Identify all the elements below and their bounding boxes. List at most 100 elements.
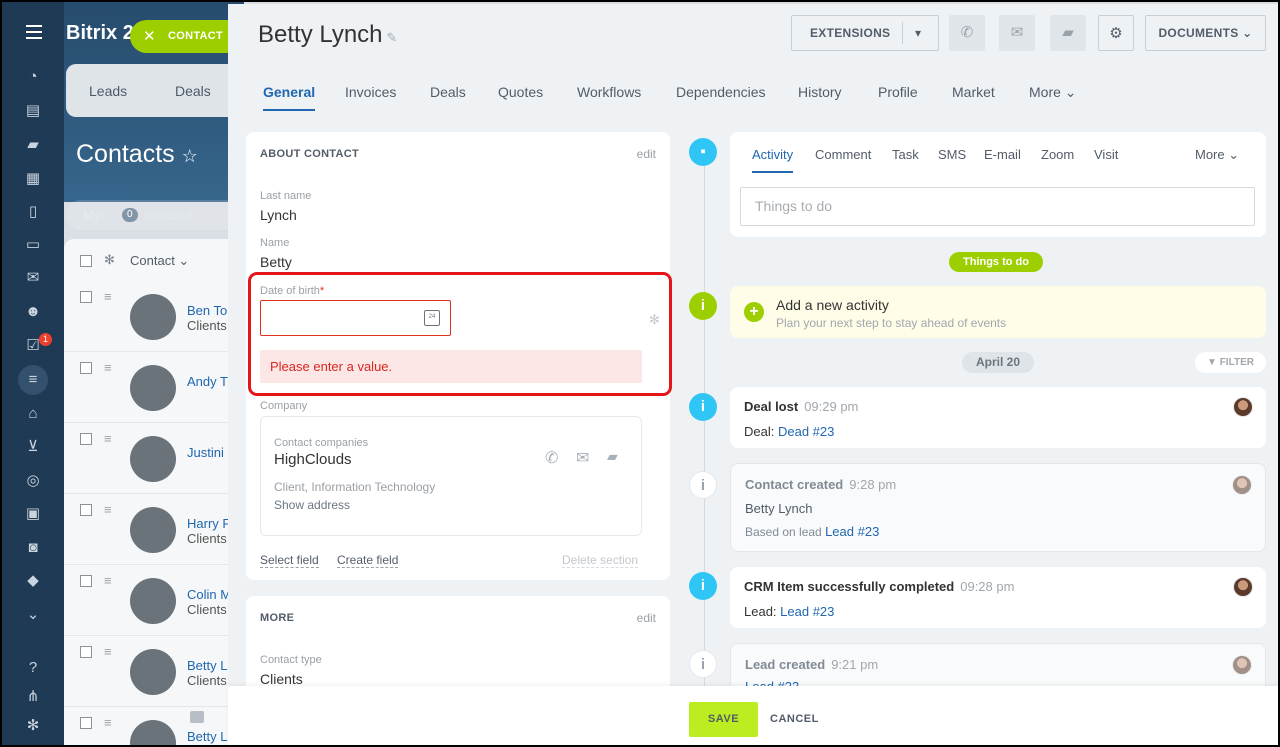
drag-handle-icon[interactable]: ≡ [104,360,112,375]
row-checkbox[interactable] [80,362,92,374]
help-icon[interactable]: ? [24,659,42,677]
sitemap-icon[interactable]: ⋔ [24,688,42,706]
contact-name[interactable]: Harry F [187,516,230,531]
feed-icon[interactable]: ▤ [24,102,42,120]
tab-activity[interactable]: Activity [752,147,794,173]
envelope-icon[interactable]: ✉ [999,15,1035,51]
table-row[interactable]: ≡ Andy T [64,352,244,423]
mail-icon[interactable]: ✉ [24,269,42,287]
drag-handle-icon[interactable]: ≡ [104,573,112,588]
cart-icon[interactable]: ⊻ [24,438,42,456]
bank-icon[interactable]: ⌂ [24,405,42,423]
things-to-do-input[interactable]: Things to do [740,187,1255,226]
drag-handle-icon[interactable]: ≡ [104,431,112,446]
contact-name[interactable]: Justini [187,445,224,460]
drag-handle-icon[interactable]: ≡ [104,502,112,517]
tab-quotes[interactable]: Quotes [498,84,543,100]
lead-link[interactable]: Lead #23 [825,524,879,539]
extensions-button[interactable]: EXTENSIONS ▾ [791,15,939,51]
table-row[interactable]: ≡ Justini [64,423,244,494]
group-icon[interactable]: ☻ [24,303,42,321]
table-row[interactable]: ≡ Harry F Clients [64,494,244,565]
company-name[interactable]: HighClouds [274,451,352,468]
pie-chart-icon[interactable]: ◔ [24,68,42,86]
tab-sms[interactable]: SMS [938,147,966,162]
printer-icon[interactable] [190,711,204,723]
table-row[interactable]: ≡ Colin M Clients [64,565,244,636]
row-checkbox[interactable] [80,575,92,587]
save-button[interactable]: SAVE [689,702,758,737]
tab-task[interactable]: Task [892,147,919,162]
box-icon[interactable]: ◆ [24,572,42,590]
row-checkbox[interactable] [80,504,92,516]
plus-icon[interactable]: + [744,302,764,322]
row-checkbox[interactable] [80,646,92,658]
add-activity-card[interactable]: + Add a new activity Plan your next step… [730,286,1266,338]
deal-link[interactable]: Dead #23 [778,424,834,439]
tab-history[interactable]: History [798,84,842,100]
create-field-link[interactable]: Create field [337,553,399,568]
tab-deals[interactable]: Deals [430,84,466,100]
tab-more[interactable]: More ⌄ [1195,147,1239,163]
drive-icon[interactable]: ▭ [24,236,42,254]
delete-section-link[interactable]: Delete section [562,553,639,568]
calendar-icon[interactable]: ▦ [24,170,42,188]
user-avatar[interactable] [1233,577,1253,597]
tab-general[interactable]: General [263,84,316,111]
settings-gear-button[interactable]: ⚙ [1098,15,1134,51]
documents-button[interactable]: DOCUMENTS ⌄ [1145,15,1266,51]
crm-filter-icon[interactable]: ≡ [18,365,48,395]
phone-icon[interactable]: ✆ [545,448,558,468]
chat-icon[interactable]: ▰ [607,448,618,465]
table-row[interactable]: ≡ Betty L Clients [64,636,244,707]
filter-button[interactable]: ▼ FILTER [1195,352,1266,373]
row-checkbox[interactable] [80,291,92,303]
tab-workflows[interactable]: Workflows [577,84,641,100]
tab-deals[interactable]: Deals [175,83,211,99]
phone-icon[interactable]: ✆ [949,15,985,51]
tab-invoices[interactable]: Invoices [345,84,396,100]
user-avatar[interactable] [1233,397,1253,417]
tab-comment[interactable]: Comment [815,147,871,162]
settings-icon[interactable]: ✻ [24,717,42,735]
menu-icon[interactable] [26,25,42,43]
contact-name[interactable]: Ben To [187,303,227,318]
chat-icon[interactable]: ▰ [1050,15,1086,51]
user-avatar[interactable] [1232,655,1252,675]
tab-dependencies[interactable]: Dependencies [676,84,766,100]
target-icon[interactable]: ◎ [24,472,42,490]
table-row[interactable]: ≡ Ben To Clients [64,281,244,352]
contact-name[interactable]: Betty L [187,729,227,744]
pencil-icon[interactable]: ✎ [387,30,398,45]
tab-market[interactable]: Market [952,84,995,100]
contact-name[interactable]: Andy T [187,374,228,389]
select-field-link[interactable]: Select field [260,553,319,568]
envelope-icon[interactable]: ✉ [576,448,589,468]
contact-card-icon[interactable]: ▣ [24,505,42,523]
drag-handle-icon[interactable]: ≡ [104,289,112,304]
last-name-value[interactable]: Lynch [260,207,297,223]
show-address-link[interactable]: Show address [274,498,350,512]
drag-handle-icon[interactable]: ≡ [104,644,112,659]
drag-handle-icon[interactable]: ≡ [104,715,112,730]
robot-icon[interactable]: ◙ [24,539,42,557]
row-checkbox[interactable] [80,717,92,729]
edit-link[interactable]: edit [637,611,656,625]
tab-leads[interactable]: Leads [89,83,127,99]
contact-name[interactable]: Betty L [187,658,227,673]
tab-profile[interactable]: Profile [878,84,918,100]
name-value[interactable]: Betty [260,254,292,270]
document-icon[interactable]: ▯ [24,203,42,221]
edit-link[interactable]: edit [637,147,656,161]
tab-zoom[interactable]: Zoom [1041,147,1074,162]
background-filter[interactable]: My: 0 Inbound [66,200,241,230]
tab-visit[interactable]: Visit [1094,147,1118,162]
contact-slider-label[interactable]: ✕ CONTACT [130,20,240,53]
contact-name[interactable]: Colin M [187,587,231,602]
table-row[interactable]: ≡ Betty L [64,707,244,745]
tab-email[interactable]: E-mail [984,147,1021,162]
column-contact[interactable]: Contact ⌄ [130,253,189,269]
row-checkbox[interactable] [80,433,92,445]
cancel-button[interactable]: CANCEL [770,702,819,737]
chat-icon[interactable]: ▰ [24,136,42,154]
